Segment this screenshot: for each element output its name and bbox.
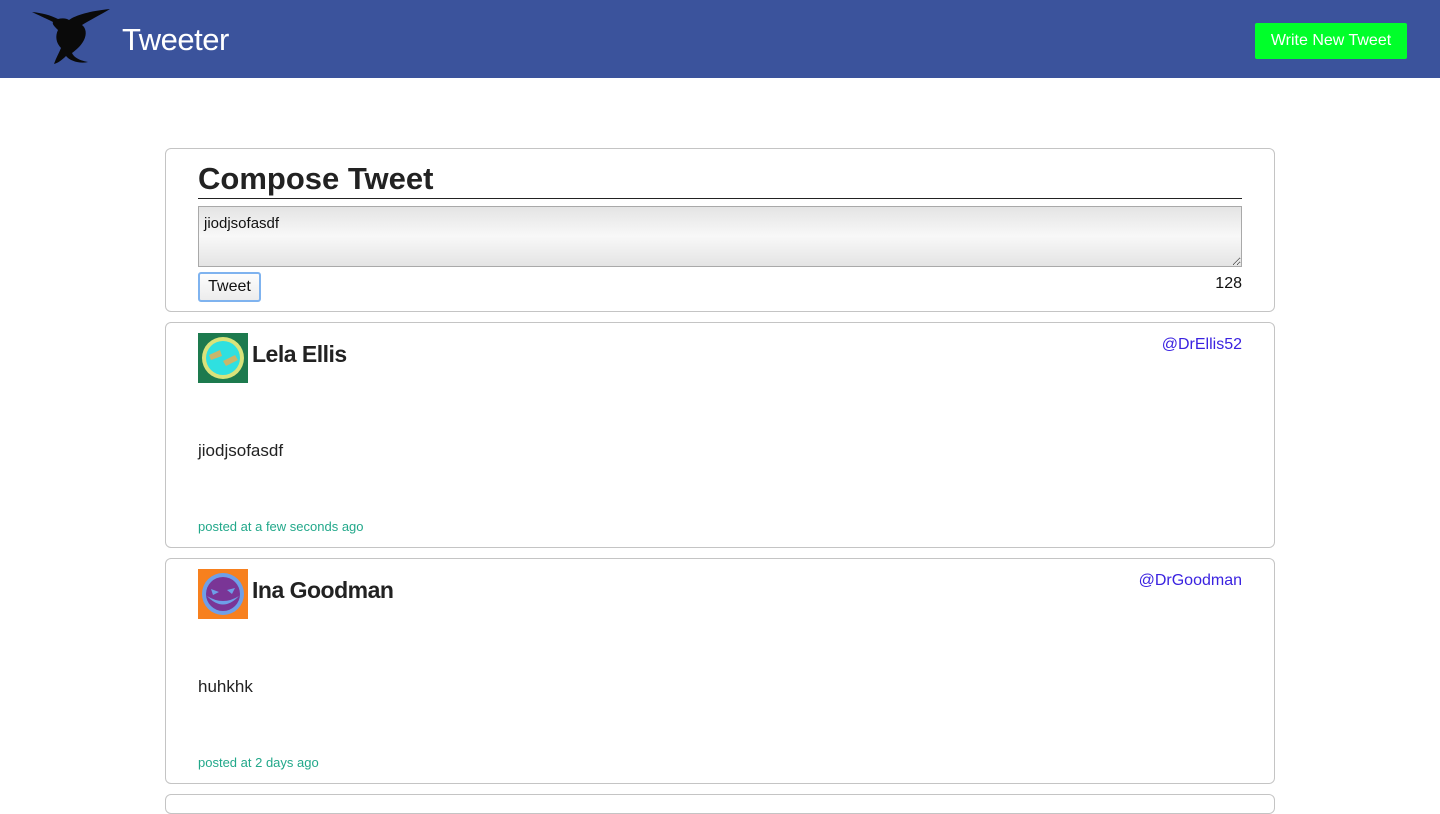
tweet-textarea[interactable]: jiodjsofasdf — [198, 206, 1242, 267]
hummingbird-icon — [32, 9, 110, 64]
write-new-tweet-button[interactable]: Write New Tweet — [1255, 23, 1407, 59]
avatar-icon — [198, 569, 248, 619]
tweet-button[interactable]: Tweet — [198, 272, 261, 302]
compose-tweet-card: Compose Tweet jiodjsofasdf Tweet 128 — [165, 148, 1275, 312]
avatar-icon — [198, 333, 248, 383]
navbar: Tweeter Write New Tweet — [0, 0, 1440, 78]
tweet-author-handle[interactable]: @DrEllis52 — [1162, 336, 1242, 354]
tweet-card — [165, 794, 1275, 814]
brand-title[interactable]: Tweeter — [122, 22, 229, 58]
tweet-author-name: Ina Goodman — [252, 577, 394, 603]
tweet-author-handle[interactable]: @DrGoodman — [1139, 572, 1242, 590]
compose-title: Compose Tweet — [198, 161, 1242, 199]
tweet-author-name: Lela Ellis — [252, 341, 347, 367]
tweet-card: Ina Goodman @DrGoodman huhkhk posted at … — [165, 558, 1275, 784]
tweet-text: huhkhk — [198, 677, 253, 696]
tweet-text: jiodjsofasdf — [198, 441, 284, 460]
tweet-card: Lela Ellis @DrEllis52 jiodjsofasdf poste… — [165, 322, 1275, 548]
tweet-timestamp: posted at a few seconds ago — [198, 519, 364, 534]
tweet-timestamp: posted at 2 days ago — [198, 755, 319, 770]
char-counter: 128 — [1215, 275, 1242, 292]
